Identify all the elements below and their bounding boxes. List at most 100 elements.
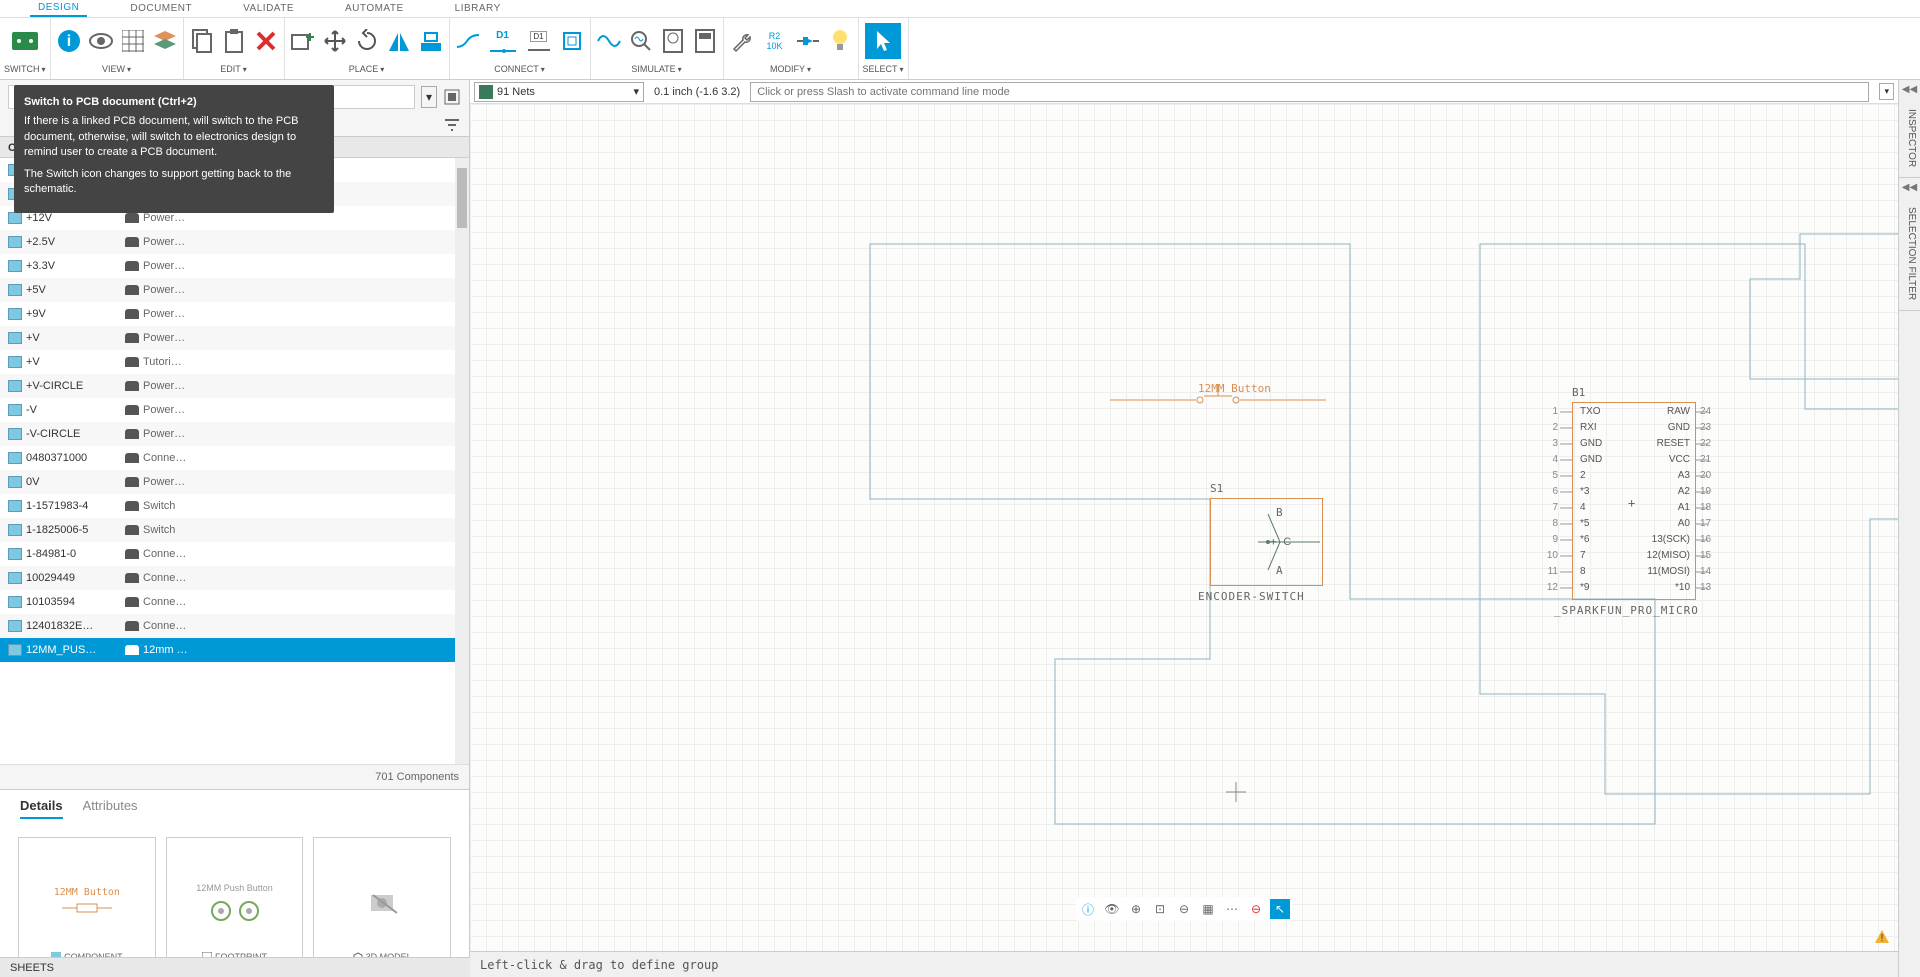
cv-grid-icon[interactable]: ▦ — [1198, 899, 1218, 919]
selection-filter-tab[interactable]: SELECTION FILTER — [1899, 197, 1920, 311]
bulb-icon[interactable] — [826, 27, 854, 55]
cv-info-icon[interactable]: ⓘ — [1078, 899, 1098, 919]
connector-icon[interactable] — [794, 27, 822, 55]
tab-automate[interactable]: AUTOMATE — [337, 1, 412, 16]
table-row[interactable]: 1-1825006-5 Switch — [0, 518, 469, 542]
table-row[interactable]: 0480371000 Conne… — [0, 446, 469, 470]
simulate-label[interactable]: SIMULATE — [631, 64, 681, 74]
scrollbar[interactable] — [455, 158, 469, 764]
cmd-dropdown[interactable]: ▾ — [1879, 83, 1894, 100]
tooltip-p2: The Switch icon changes to support getti… — [24, 167, 324, 198]
component-icon — [8, 548, 22, 560]
library-icon — [125, 357, 139, 367]
table-row[interactable]: +V Power… — [0, 326, 469, 350]
cv-eye-icon[interactable]: 👁 — [1102, 899, 1122, 919]
cv-zoomfit-icon[interactable]: ⊡ — [1150, 899, 1170, 919]
align-icon[interactable] — [417, 27, 445, 55]
encoder-symbol[interactable] — [1210, 498, 1323, 586]
table-row[interactable]: +9V Power… — [0, 302, 469, 326]
modify-label[interactable]: MODIFY — [770, 64, 811, 74]
probe-icon[interactable] — [627, 27, 655, 55]
table-row[interactable]: +V Tutori… — [0, 350, 469, 374]
library-icon — [125, 309, 139, 319]
ribbon-group-select: SELECT — [859, 18, 909, 79]
switch-icon[interactable] — [7, 23, 43, 59]
expand-filter-icon[interactable]: ◀◀ — [1899, 178, 1920, 197]
table-row[interactable]: 12MM_PUS… 12mm … — [0, 638, 469, 662]
schematic-canvas[interactable]: 12MM Button S1 ENCODER-SWITCH B + C A B1… — [470, 104, 1898, 951]
filter-icon[interactable] — [443, 118, 461, 132]
tab-attributes[interactable]: Attributes — [83, 798, 138, 819]
mirror-icon[interactable] — [385, 27, 413, 55]
paste-icon[interactable] — [220, 27, 248, 55]
component-icon — [8, 236, 22, 248]
table-row[interactable]: 0V Power… — [0, 470, 469, 494]
switch-label[interactable]: SWITCH — [4, 64, 46, 74]
menu-tabs: DESIGN DOCUMENT VALIDATE AUTOMATE LIBRAR… — [0, 0, 1920, 18]
wrench-icon[interactable] — [728, 27, 756, 55]
layers-icon[interactable] — [151, 27, 179, 55]
inspector-tab[interactable]: INSPECTOR — [1899, 99, 1920, 178]
grid-icon[interactable] — [119, 27, 147, 55]
cv-zoomin-icon[interactable]: ⊕ — [1126, 899, 1146, 919]
table-row[interactable]: 10103594 Conne… — [0, 590, 469, 614]
table-row[interactable]: +3.3V Power… — [0, 254, 469, 278]
select-icon[interactable] — [865, 23, 901, 59]
tab-details[interactable]: Details — [20, 798, 63, 819]
component-list[interactable]: +1.2V Power…+1.8V Power…+12V Power…+2.5V… — [0, 158, 469, 764]
table-row[interactable]: +V-CIRCLE Power… — [0, 374, 469, 398]
edit-label[interactable]: EDIT — [220, 64, 247, 74]
ribbon-group-view: i VIEW — [51, 18, 184, 79]
meter2-icon[interactable] — [691, 27, 719, 55]
table-row[interactable]: 10029449 Conne… — [0, 566, 469, 590]
panel-settings-icon[interactable] — [443, 88, 461, 106]
connect-label[interactable]: CONNECT — [494, 64, 545, 74]
table-row[interactable]: -V-CIRCLE Power… — [0, 422, 469, 446]
filter-button[interactable]: ▾ — [421, 86, 437, 108]
view-label[interactable]: VIEW — [102, 64, 131, 74]
meter1-icon[interactable] — [659, 27, 687, 55]
table-row[interactable]: 1-1571983-4 Switch — [0, 494, 469, 518]
cv-cursor-icon[interactable]: ↖ — [1270, 899, 1290, 919]
component-count: 701 Components — [0, 764, 469, 789]
place-label[interactable]: PLACE — [349, 64, 385, 74]
expand-inspector-icon[interactable]: ◀◀ — [1899, 80, 1920, 99]
table-row[interactable]: 1-84981-0 Conne… — [0, 542, 469, 566]
tab-validate[interactable]: VALIDATE — [235, 1, 302, 16]
library-icon — [125, 405, 139, 415]
delete-icon[interactable] — [252, 27, 280, 55]
copy-icon[interactable] — [188, 27, 216, 55]
add-part-icon[interactable] — [289, 27, 317, 55]
value-icon[interactable]: R2 10K — [760, 27, 790, 55]
tab-design[interactable]: DESIGN — [30, 0, 87, 17]
table-row[interactable]: -V Power… — [0, 398, 469, 422]
net-label-icon[interactable]: D1 — [486, 27, 520, 55]
net-tag-icon[interactable]: D1 — [524, 27, 554, 55]
preview-footprint[interactable]: 12MM Push Button FOOTPRINT — [166, 837, 304, 967]
rotate-icon[interactable] — [353, 27, 381, 55]
select-label[interactable]: SELECT — [863, 64, 904, 74]
bus-icon[interactable] — [558, 27, 586, 55]
wire-icon[interactable] — [454, 27, 482, 55]
tab-document[interactable]: DOCUMENT — [122, 1, 200, 16]
sheets-tab[interactable]: SHEETS — [0, 957, 470, 977]
nets-dropdown[interactable]: 91 Nets ▾ — [474, 82, 644, 102]
tab-library[interactable]: LIBRARY — [447, 1, 509, 16]
info-icon[interactable]: i — [55, 27, 83, 55]
warning-icon[interactable]: ! — [1874, 929, 1890, 945]
preview-3dmodel[interactable]: 3D MODEL — [313, 837, 451, 967]
sine-icon[interactable] — [595, 27, 623, 55]
eye-icon[interactable] — [87, 27, 115, 55]
component-icon — [8, 260, 22, 272]
table-row[interactable]: +5V Power… — [0, 278, 469, 302]
table-row[interactable]: 12401832E… Conne… — [0, 614, 469, 638]
preview-component[interactable]: 12MM Button COMPONENT — [18, 837, 156, 967]
table-row[interactable]: +2.5V Power… — [0, 230, 469, 254]
cv-dots-icon[interactable]: ⋯ — [1222, 899, 1242, 919]
library-icon — [125, 477, 139, 487]
move-icon[interactable] — [321, 27, 349, 55]
command-input[interactable] — [750, 82, 1869, 102]
cv-zoomout-icon[interactable]: ⊖ — [1174, 899, 1194, 919]
cv-stop-icon[interactable]: ⊖ — [1246, 899, 1266, 919]
component-icon — [8, 644, 22, 656]
